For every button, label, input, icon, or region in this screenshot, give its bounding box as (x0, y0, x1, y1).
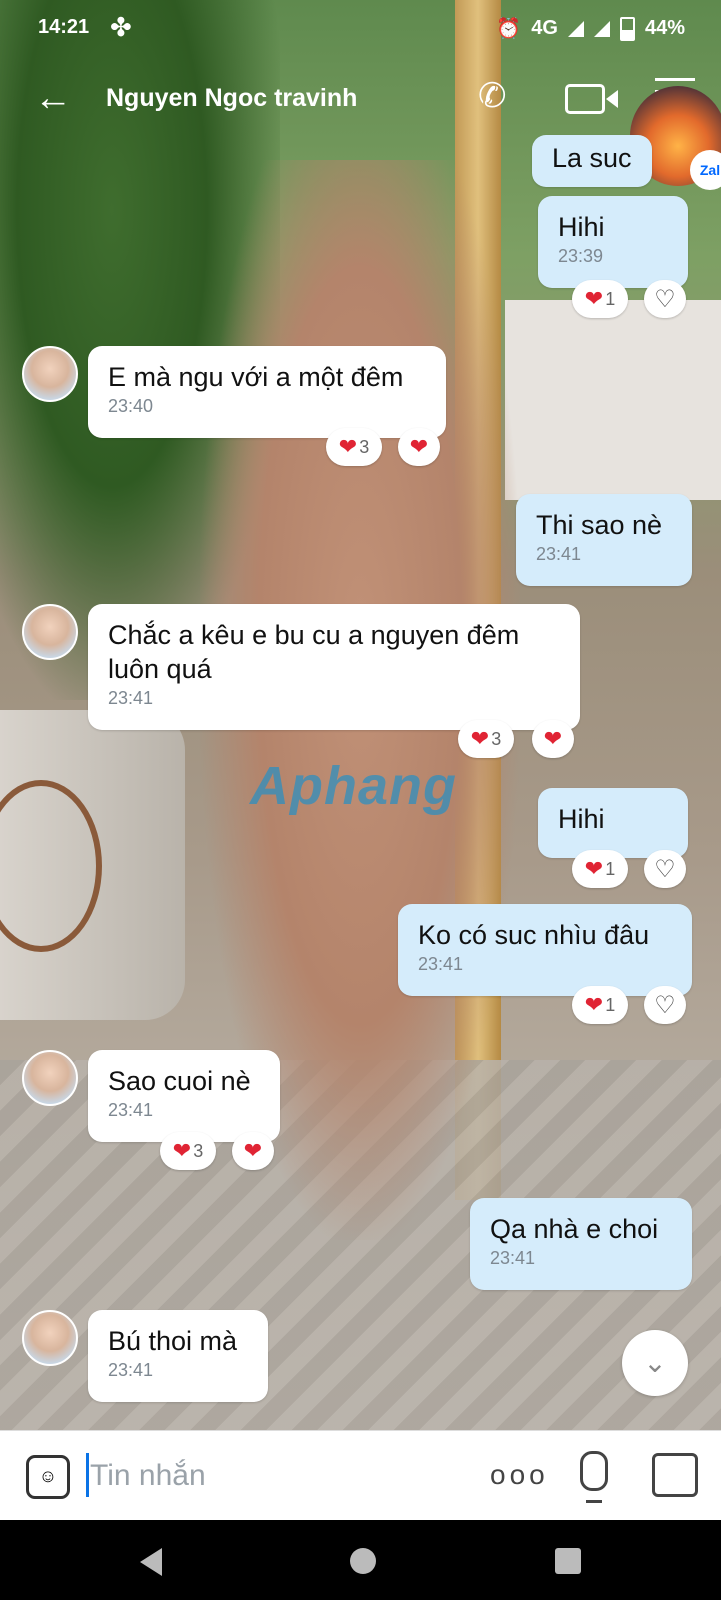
message-text: Hihi (558, 804, 605, 834)
message-text: Qa nhà e choi (490, 1214, 659, 1244)
message-time: 23:41 (108, 1100, 154, 1120)
react-button[interactable]: ♡ (644, 850, 686, 888)
react-button[interactable]: ♡ (644, 280, 686, 318)
heart-icon: ❤ (584, 286, 604, 311)
status-time: 14:21 (38, 16, 90, 38)
signal-icon (567, 20, 584, 37)
heart-icon: ❤ (543, 726, 563, 751)
contact-name[interactable]: Nguyen Ngoc travinh (106, 84, 357, 113)
signal-icon-2 (593, 20, 610, 37)
message-bubble-outgoing[interactable]: Hihi (538, 788, 688, 858)
battery-percent: 44% (644, 17, 685, 39)
chat-header: ← Nguyen Ngoc travinh ✆ (0, 60, 721, 140)
chevron-down-icon: ⌄ (643, 1347, 667, 1378)
nav-recents-icon[interactable] (555, 1548, 581, 1574)
message-time: 23:39 (558, 246, 604, 266)
nav-home-icon[interactable] (350, 1548, 376, 1574)
alarm-icon: ⏰ (496, 18, 522, 40)
more-options-icon[interactable]: ooo (490, 1459, 549, 1491)
message-time: 23:41 (108, 688, 154, 708)
video-icon[interactable] (565, 84, 618, 114)
message-bubble-incoming[interactable]: Sao cuoi nè 23:41 (88, 1050, 280, 1142)
message-time: 23:41 (490, 1248, 536, 1268)
heart-icon: ❤ (584, 992, 604, 1017)
message-text: La suc (552, 143, 632, 173)
heart-outline-icon: ♡ (654, 285, 676, 313)
image-icon[interactable] (652, 1453, 698, 1497)
heart-icon: ❤ (243, 1138, 263, 1163)
network-label: 4G (531, 17, 558, 39)
status-bar: 14:21 ✤ ⏰ 4G 44% (0, 0, 721, 56)
message-time: 23:41 (108, 1360, 154, 1380)
message-time: 23:41 (418, 954, 464, 974)
message-time: 23:40 (108, 396, 154, 416)
message-text: E mà ngu với a một đêm (108, 362, 404, 392)
reaction-count-badge[interactable]: ❤ 3 (160, 1132, 216, 1170)
text-caret (86, 1453, 89, 1497)
reaction-count: 1 (605, 994, 616, 1015)
heart-outline-icon: ♡ (654, 991, 676, 1019)
react-button[interactable]: ❤ (532, 720, 574, 758)
heart-icon: ❤ (172, 1138, 192, 1163)
message-input-bar: ☺ Tin nhắn ooo (0, 1430, 721, 1521)
message-bubble-incoming[interactable]: Chắc a kêu e bu cu a nguyen đêm luôn quá… (88, 604, 580, 730)
heart-icon: ❤ (470, 726, 490, 751)
reaction-count: 3 (193, 1140, 204, 1161)
message-bubble-incoming[interactable]: Bú thoi mà 23:41 (88, 1310, 268, 1402)
phone-icon[interactable]: ✆ (478, 76, 507, 116)
reaction-count-badge[interactable]: ❤ 3 (458, 720, 514, 758)
avatar[interactable] (22, 1050, 78, 1106)
message-text: Chắc a kêu e bu cu a nguyen đêm luôn quá (108, 620, 520, 684)
heart-outline-icon: ♡ (654, 855, 676, 883)
message-bubble-incoming[interactable]: E mà ngu với a một đêm 23:40 (88, 346, 446, 438)
message-input[interactable]: Tin nhắn (90, 1459, 206, 1493)
background-wall (505, 300, 721, 500)
reaction-count-badge[interactable]: ❤ 1 (572, 280, 628, 318)
reaction-count: 3 (491, 728, 502, 749)
reaction-count-badge[interactable]: ❤ 3 (326, 428, 382, 466)
arrow-left-icon[interactable]: ← (34, 78, 72, 118)
scroll-to-bottom-button[interactable]: ⌄ (622, 1330, 688, 1396)
emoji-icon[interactable]: ☺ (26, 1455, 70, 1499)
reaction-count-badge[interactable]: ❤ 1 (572, 986, 628, 1024)
message-bubble-outgoing[interactable]: Qa nhà e choi 23:41 (470, 1198, 692, 1290)
heart-icon: ❤ (409, 434, 429, 459)
nav-back-icon[interactable] (140, 1548, 162, 1576)
message-text: Bú thoi mà (108, 1326, 238, 1356)
reaction-count-badge[interactable]: ❤ 1 (572, 850, 628, 888)
reaction-count: 1 (605, 858, 616, 879)
system-nav-bar (0, 1520, 721, 1600)
message-text: Thi sao nè (536, 510, 663, 540)
fan-icon: ✤ (110, 12, 132, 42)
message-text: Ko có suc nhìu đâu (418, 920, 650, 950)
message-bubble-outgoing[interactable]: Ko có suc nhìu đâu 23:41 (398, 904, 692, 996)
avatar[interactable] (22, 604, 78, 660)
avatar[interactable] (22, 346, 78, 402)
message-text: Hihi (558, 212, 605, 242)
microphone-icon[interactable] (580, 1451, 608, 1503)
avatar[interactable] (22, 1310, 78, 1366)
message-bubble-outgoing[interactable]: La suc (532, 135, 652, 187)
message-bubble-outgoing[interactable]: Hihi 23:39 (538, 196, 688, 288)
heart-icon: ❤ (584, 856, 604, 881)
status-indicators: ⏰ 4G 44% (496, 16, 685, 41)
heart-icon: ❤ (338, 434, 358, 459)
reaction-count: 3 (359, 436, 370, 457)
battery-icon (619, 16, 635, 41)
message-text: Sao cuoi nè (108, 1066, 251, 1096)
reaction-count: 1 (605, 288, 616, 309)
react-button[interactable]: ❤ (398, 428, 440, 466)
watermark: Aphang (250, 756, 457, 816)
react-button[interactable]: ♡ (644, 986, 686, 1024)
react-button[interactable]: ❤ (232, 1132, 274, 1170)
message-bubble-outgoing[interactable]: Thi sao nè 23:41 (516, 494, 692, 586)
message-time: 23:41 (536, 544, 582, 564)
